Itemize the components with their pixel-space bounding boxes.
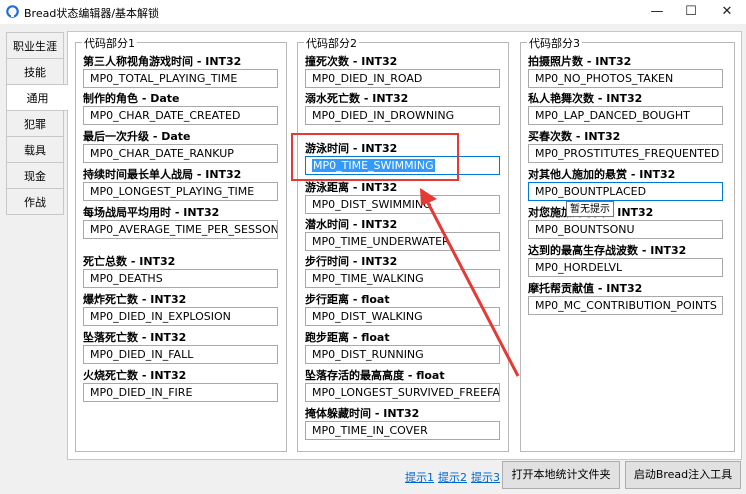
tab-general[interactable]: 通用 (6, 84, 68, 111)
hint-link-3[interactable]: 提示3 (471, 469, 500, 485)
open-stats-folder-button[interactable]: 打开本地统计文件夹 (502, 461, 620, 489)
launch-injector-button[interactable]: 启动Bread注入工具 (625, 461, 741, 489)
annotation-arrow-icon (420, 188, 520, 377)
hint-link-2[interactable]: 提示2 (438, 469, 467, 485)
tooltip: 暂无提示 (566, 201, 614, 217)
hint-link-1[interactable]: 提示1 (405, 469, 434, 485)
